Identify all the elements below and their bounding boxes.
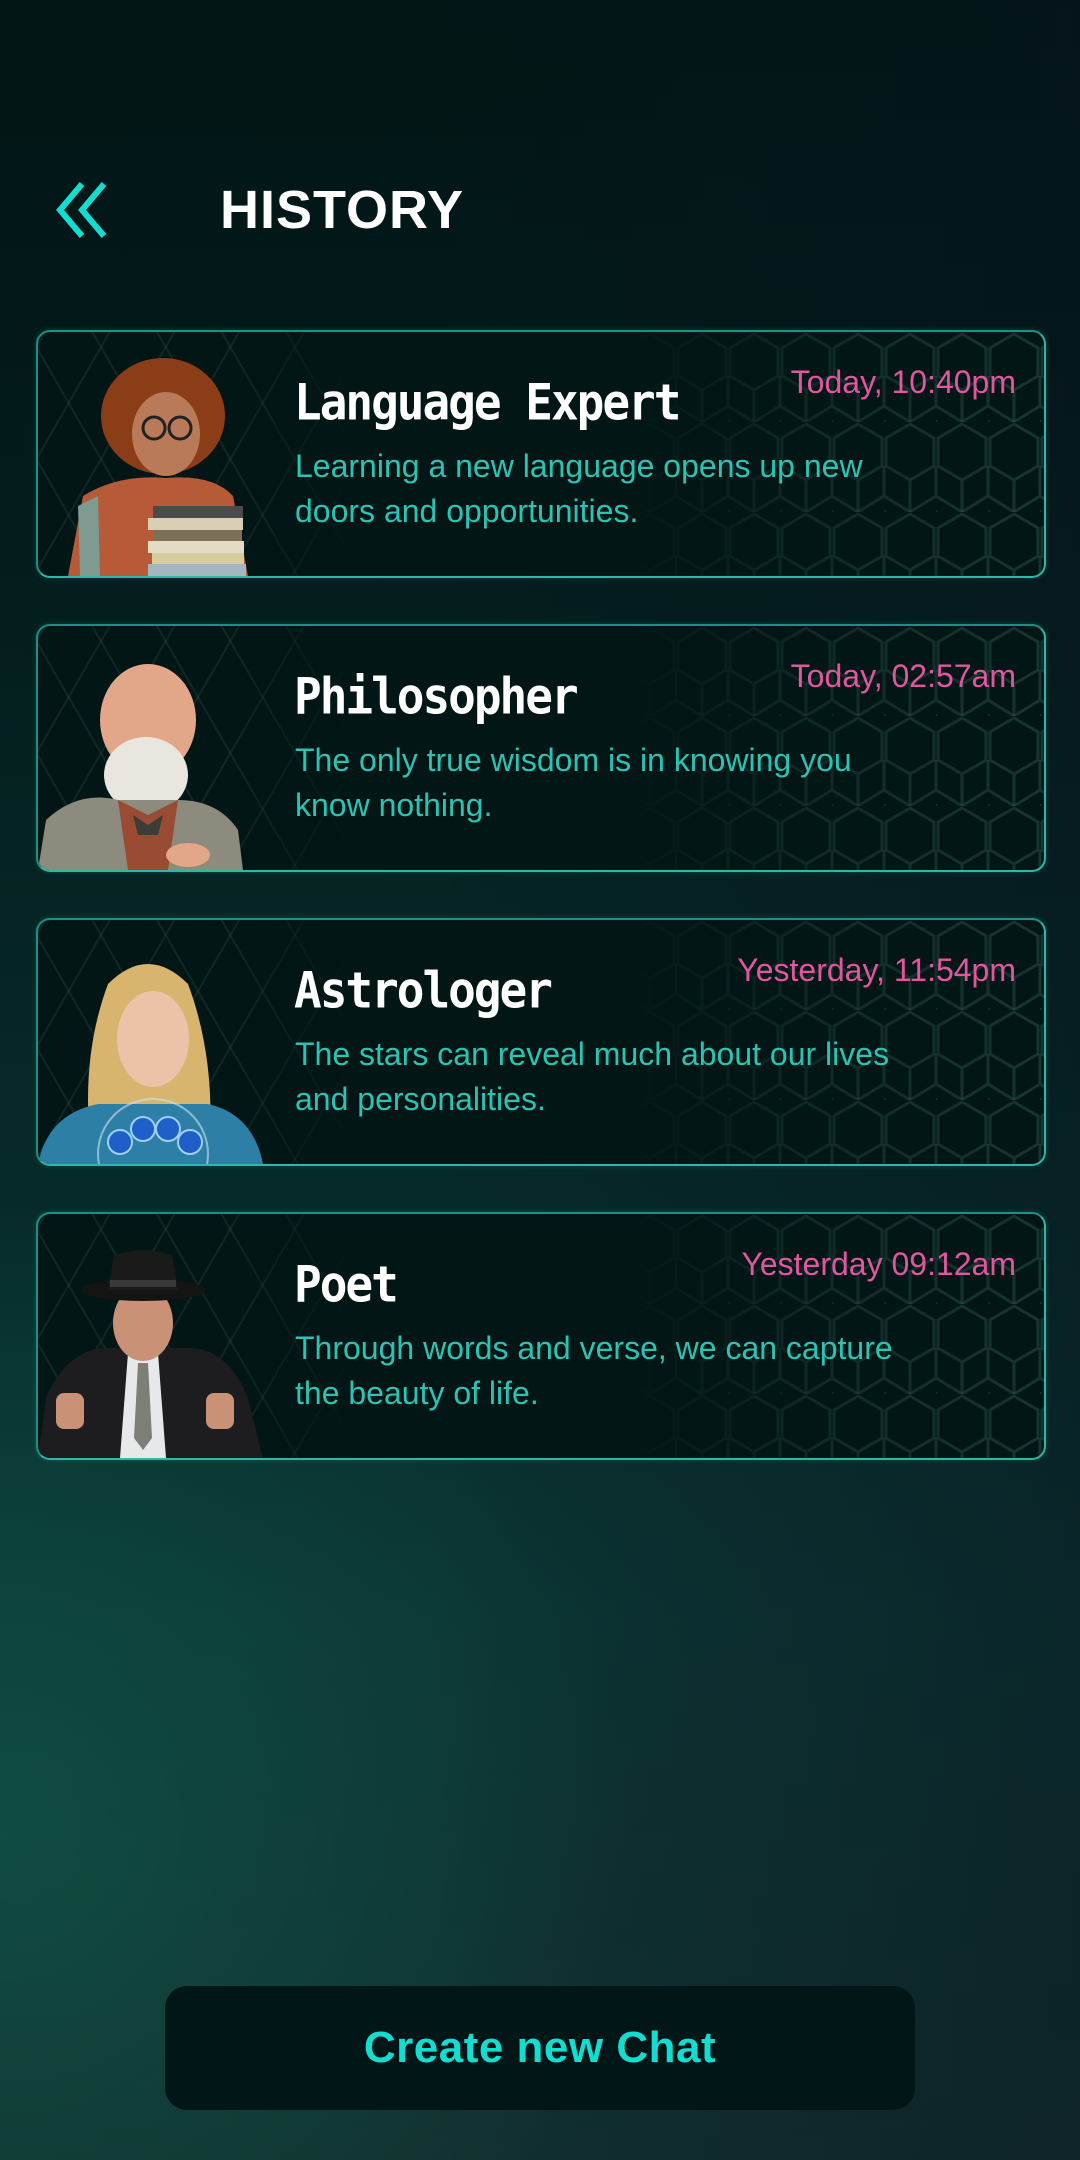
history-item-poet[interactable]: Poet Yesterday 09:12am Through words and… bbox=[36, 1212, 1046, 1460]
message-preview: The only true wisdom is in knowing you k… bbox=[295, 742, 852, 823]
woman-with-books-avatar bbox=[68, 358, 248, 576]
timestamp: Today, 10:40pm bbox=[790, 364, 1016, 400]
history-item-astrologer[interactable]: Astrologer Yesterday, 11:54pm The stars … bbox=[36, 918, 1046, 1166]
persona-name: Astrologer bbox=[294, 960, 553, 1020]
timestamp: Yesterday, 11:54pm bbox=[737, 952, 1016, 988]
message-preview: The stars can reveal much about our live… bbox=[295, 1036, 890, 1117]
history-item-philosopher[interactable]: Philosopher Today, 02:57am The only true… bbox=[36, 624, 1046, 872]
woman-with-zodiac-orbs-avatar bbox=[38, 964, 263, 1164]
persona-name: Philosopher bbox=[294, 666, 579, 726]
man-in-fedora-avatar bbox=[38, 1250, 263, 1458]
persona-name: Language Expert bbox=[294, 372, 681, 432]
message-preview: Learning a new language opens up new doo… bbox=[295, 448, 863, 529]
timestamp: Yesterday 09:12am bbox=[741, 1246, 1016, 1282]
persona-name: Poet bbox=[294, 1254, 399, 1314]
message-preview: Through words and verse, we can capture … bbox=[295, 1330, 893, 1411]
back-button[interactable] bbox=[52, 182, 116, 238]
page-title: HISTORY bbox=[220, 180, 465, 240]
timestamp: Today, 02:57am bbox=[790, 658, 1016, 694]
header: HISTORY bbox=[0, 170, 1080, 250]
create-new-chat-label: Create new Chat bbox=[363, 2023, 717, 2072]
bearded-old-man-avatar bbox=[38, 664, 243, 870]
double-chevron-left-icon bbox=[56, 182, 107, 238]
create-new-chat-button[interactable]: Create new Chat bbox=[165, 1986, 915, 2110]
history-item-language-expert[interactable]: Language Expert Today, 10:40pm Learning … bbox=[36, 330, 1046, 578]
